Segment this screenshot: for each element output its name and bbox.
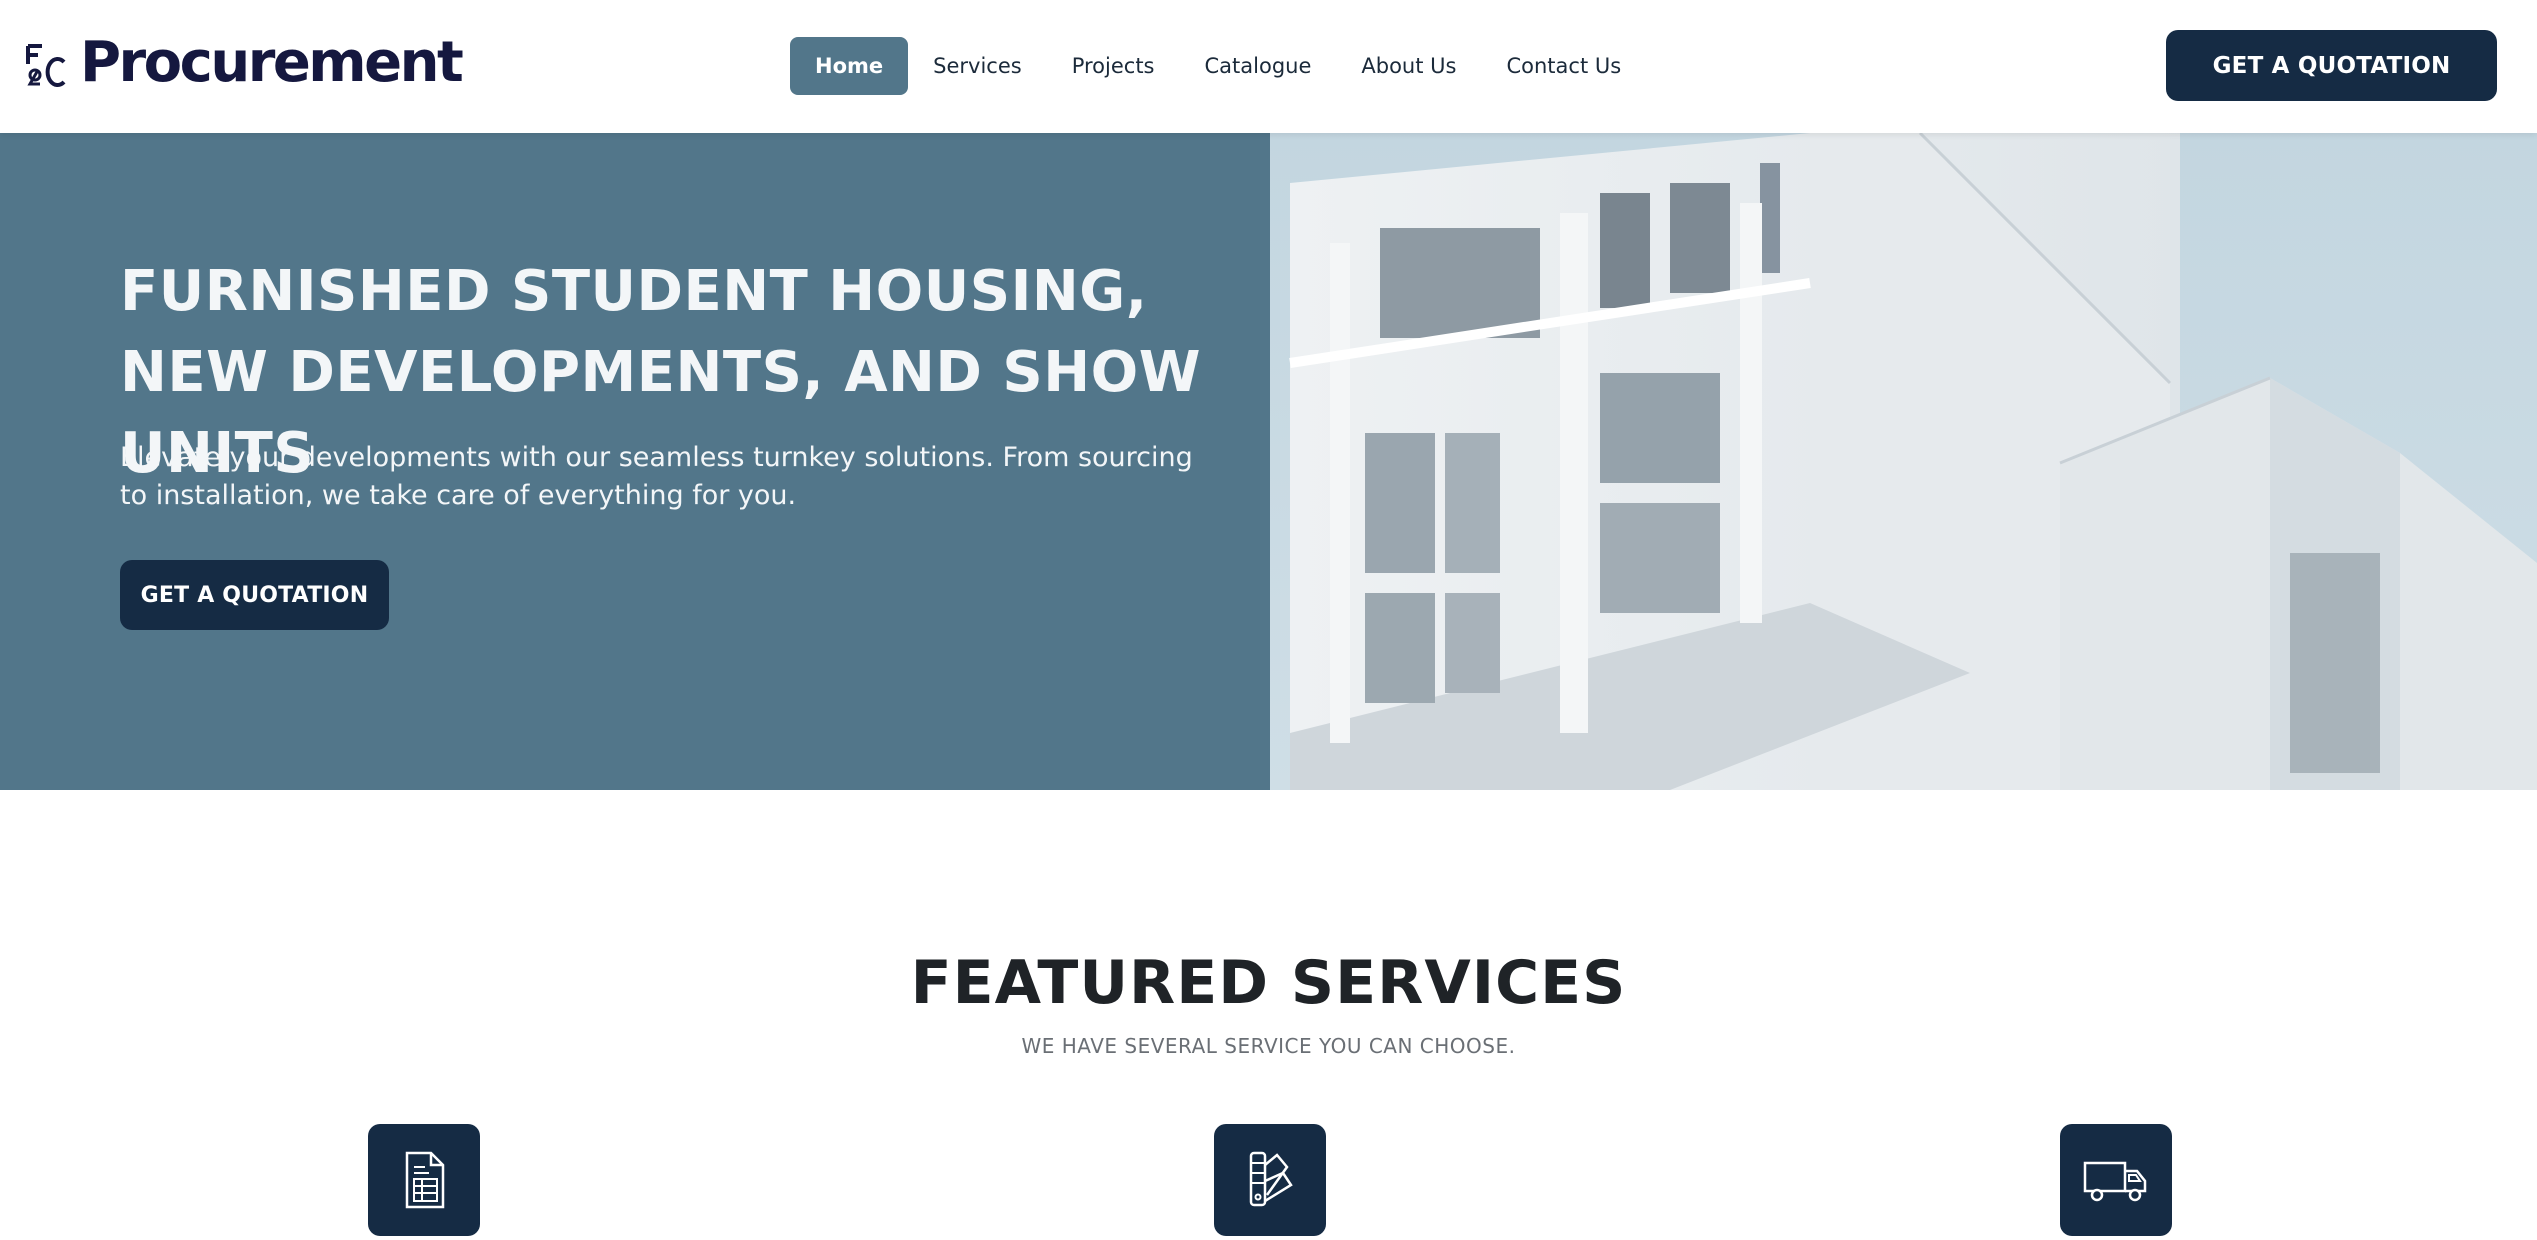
logo-text: Procurement — [80, 30, 464, 95]
document-table-icon — [405, 1151, 445, 1209]
nav-services[interactable]: Services — [908, 37, 1047, 95]
hero-subtitle: Elevate your developments with our seaml… — [120, 442, 1193, 511]
header-quotation-button[interactable]: GET A QUOTATION — [2166, 30, 2497, 101]
nav-about-us[interactable]: About Us — [1336, 37, 1481, 95]
nav-projects[interactable]: Projects — [1047, 37, 1180, 95]
logo[interactable]: Procurement — [24, 30, 464, 96]
main-nav: Home Services Projects Catalogue About U… — [790, 37, 1646, 95]
featured-services-subtitle: WE HAVE SEVERAL SERVICE YOU CAN CHOOSE. — [1021, 1034, 1516, 1058]
hero-quotation-button[interactable]: GET A QUOTATION — [120, 560, 389, 630]
delivery-truck-icon — [2083, 1161, 2147, 1202]
featured-services-title: FEATURED SERVICES — [910, 948, 1627, 1018]
hero-panel: FURNISHED STUDENT HOUSING, NEW DEVELOPME… — [0, 133, 1270, 790]
logo-mark-icon — [26, 44, 66, 87]
service-card-icon-2[interactable] — [1214, 1124, 1326, 1236]
color-swatch-icon — [1249, 1151, 1293, 1207]
nav-contact-us[interactable]: Contact Us — [1481, 37, 1646, 95]
hero-building-image — [1270, 133, 2537, 790]
nav-catalogue[interactable]: Catalogue — [1180, 37, 1337, 95]
site-header: Procurement Home Services Projects Catal… — [0, 0, 2537, 133]
building-photo — [1270, 133, 2537, 790]
service-card-icon-3[interactable] — [2060, 1124, 2172, 1236]
service-card-icon-1[interactable] — [368, 1124, 480, 1236]
nav-home[interactable]: Home — [790, 37, 909, 95]
